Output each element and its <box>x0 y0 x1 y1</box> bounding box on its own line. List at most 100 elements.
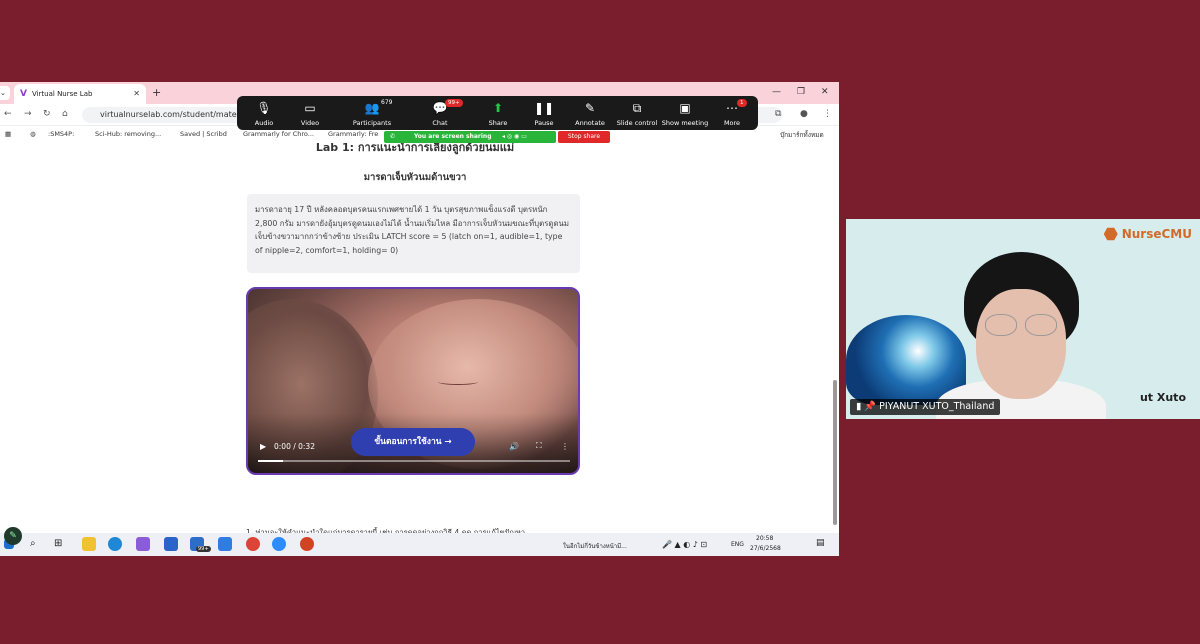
language-indicator[interactable]: ENG <box>731 541 744 548</box>
lab-title: Lab 1: การแนะนำการเลี้ยงลูกด้วยนมแม่ <box>315 142 515 154</box>
video-button[interactable]: ▭ Video <box>285 99 335 127</box>
stop-share-button[interactable]: Stop share <box>558 131 610 143</box>
globe-icon[interactable]: ◍ <box>30 130 36 138</box>
reload-icon[interactable]: ↻ <box>43 109 51 119</box>
show-meeting-label: Show meeting <box>661 119 709 127</box>
bookmark-item[interactable]: Grammarly for Chro... <box>243 130 314 138</box>
file-explorer-icon[interactable] <box>82 537 96 551</box>
video-time: 0:00 / 0:32 <box>274 442 315 451</box>
maximize-icon[interactable]: ❐ <box>797 87 805 97</box>
chat-badge: 99+ <box>445 99 463 107</box>
clock-date[interactable]: 27/6/2568 <box>750 545 781 552</box>
show-meeting-button[interactable]: ▣ Show meeting <box>657 99 713 127</box>
participant-name-tag: ▮ 📌 PIYANUT XUTO_Thailand <box>850 399 1001 415</box>
outlook-badge: 99+ <box>196 546 211 552</box>
org-logo-text: NurseCMU <box>1121 227 1192 241</box>
page-content: Lab 1: การแนะนำการเลี้ยงลูกด้วยนมแม่ มาร… <box>0 142 839 526</box>
forward-icon[interactable]: → <box>24 109 32 119</box>
extensions-icon[interactable]: ⧉ <box>775 109 781 119</box>
audio-label: Audio <box>254 119 274 127</box>
nursecmu-logo: NurseCMU <box>1103 227 1192 241</box>
participants-count: 679 <box>381 99 393 106</box>
annotate-label: Annotate <box>575 119 605 127</box>
search-icon[interactable]: ⌕ <box>30 538 36 549</box>
tab-title: Virtual Nurse Lab <box>31 90 93 98</box>
notification-icon[interactable]: ▤ <box>816 538 825 548</box>
minimize-icon[interactable]: — <box>772 87 781 97</box>
audio-button[interactable]: 🎙 Audio <box>239 99 289 127</box>
case-description: มารดาอายุ 17 ปี หลังคลอดบุตรคนแรกเพศชายไ… <box>247 194 580 273</box>
browser-tab-active[interactable]: V Virtual Nurse Lab ✕ <box>14 84 146 104</box>
more-label: More <box>723 119 741 127</box>
profile-avatar[interactable]: ● <box>800 109 808 119</box>
slides-icon: ⧉ <box>632 101 642 115</box>
zoom-icon[interactable] <box>272 537 286 551</box>
video-progress-fill <box>258 460 283 462</box>
participant-name: PIYANUT XUTO_Thailand <box>879 401 995 412</box>
pause-share-button[interactable]: ❚❚ Pause <box>519 99 569 127</box>
tray-icons[interactable]: 🎤 ▲ ◐ ♪ ⊡ <box>662 540 707 549</box>
scenario-title: มารดาเจ็บหัวนมด้านขวา <box>363 172 467 183</box>
participant-glasses <box>981 314 1061 338</box>
tab-search-icon[interactable]: ⌄ <box>0 86 10 100</box>
steps-button[interactable]: ขั้นตอนการใช้งาน → <box>351 428 475 456</box>
volume-icon[interactable]: 🔊 <box>509 442 519 451</box>
more-badge: 1 <box>737 99 747 107</box>
close-window-icon[interactable]: ✕ <box>821 87 829 97</box>
virtual-nurse-lab-favicon: V <box>20 89 27 99</box>
bookmark-item[interactable]: Saved | Scribd <box>180 130 227 138</box>
chat-label: Chat <box>432 119 448 127</box>
task-view-icon[interactable]: ⊞ <box>54 538 62 549</box>
pause-label: Pause <box>534 119 554 127</box>
browser-menu-icon[interactable]: ⋮ <box>823 109 832 119</box>
sharing-controls-icons[interactable]: ◂ ◎ ◉ ▭ <box>502 133 527 140</box>
new-tab-icon[interactable]: + <box>152 86 161 99</box>
mic-icon: 🎙 <box>256 101 272 115</box>
signal-bars-icon: ▮ <box>856 401 862 412</box>
chrome-icon[interactable] <box>246 537 260 551</box>
close-tab-icon[interactable]: ✕ <box>133 89 140 98</box>
stop-share-label: Stop share <box>567 133 601 140</box>
powerpoint-icon[interactable] <box>300 537 314 551</box>
shared-screen: ⌄ V Virtual Nurse Lab ✕ + — ❐ ✕ ← → ↻ ⌂ … <box>0 82 839 556</box>
copilot-icon[interactable] <box>136 537 150 551</box>
pin-icon: 📌 <box>864 401 877 412</box>
windows-taskbar: ⌕ ⊞ 99+ ในอีกไม่กี่วันข้างหน้ามี... 🎤 ▲ … <box>0 533 839 556</box>
screen-sharing-bar: ✆ You are screen sharing ◂ ◎ ◉ ▭ <box>384 131 556 143</box>
share-icon: ⬆ <box>492 101 504 115</box>
video-label: Video <box>300 119 320 127</box>
more-icon: ⋯ <box>726 101 738 115</box>
fullscreen-icon[interactable]: ⛶ <box>536 441 542 451</box>
all-bookmarks[interactable]: บุ๊กมาร์กทั้งหมด <box>780 130 824 140</box>
participant-face <box>976 289 1066 399</box>
background-name-text: ut Xuto <box>1139 391 1186 404</box>
notification-text[interactable]: ในอีกไม่กี่วันข้างหน้ามี... <box>563 541 627 551</box>
apps-icon[interactable]: ▦ <box>5 130 11 138</box>
annotate-pen-icon[interactable]: ✎ <box>4 527 22 545</box>
store-icon[interactable] <box>164 537 178 551</box>
video-frame-shape <box>438 379 478 385</box>
participant-video-tile[interactable]: NurseCMU ut Xuto ▮ 📌 PIYANUT XUTO_Thaila… <box>846 219 1200 419</box>
slide-control-button[interactable]: ⧉ Slide control <box>611 99 663 127</box>
video-menu-icon[interactable]: ⋮ <box>561 442 569 451</box>
more-button[interactable]: ⋯ More <box>707 99 757 127</box>
pause-icon: ❚❚ <box>533 101 555 115</box>
page-scrollbar[interactable] <box>832 290 838 526</box>
video-progress-bar[interactable] <box>258 460 570 462</box>
bookmark-item[interactable]: :SMS4P: <box>48 130 74 138</box>
back-icon[interactable]: ← <box>4 109 12 119</box>
slide-control-label: Slide control <box>616 119 658 127</box>
hexagon-logo-icon <box>1103 227 1118 241</box>
home-icon[interactable]: ⌂ <box>62 109 68 119</box>
vscode-icon[interactable] <box>218 537 232 551</box>
annotate-button[interactable]: ✎ Annotate <box>565 99 615 127</box>
bookmark-item[interactable]: Grammarly: Fre <box>328 130 378 138</box>
clock-time[interactable]: 20:58 <box>756 535 773 542</box>
phone-icon: ✆ <box>390 133 396 140</box>
share-button[interactable]: ⬆ Share <box>473 99 523 127</box>
share-label: Share <box>488 119 508 127</box>
scrollbar-thumb[interactable] <box>833 380 837 525</box>
bookmark-item[interactable]: Sci-Hub: removing... <box>95 130 161 138</box>
play-icon[interactable]: ▶ <box>260 442 266 451</box>
edge-icon[interactable] <box>108 537 122 551</box>
